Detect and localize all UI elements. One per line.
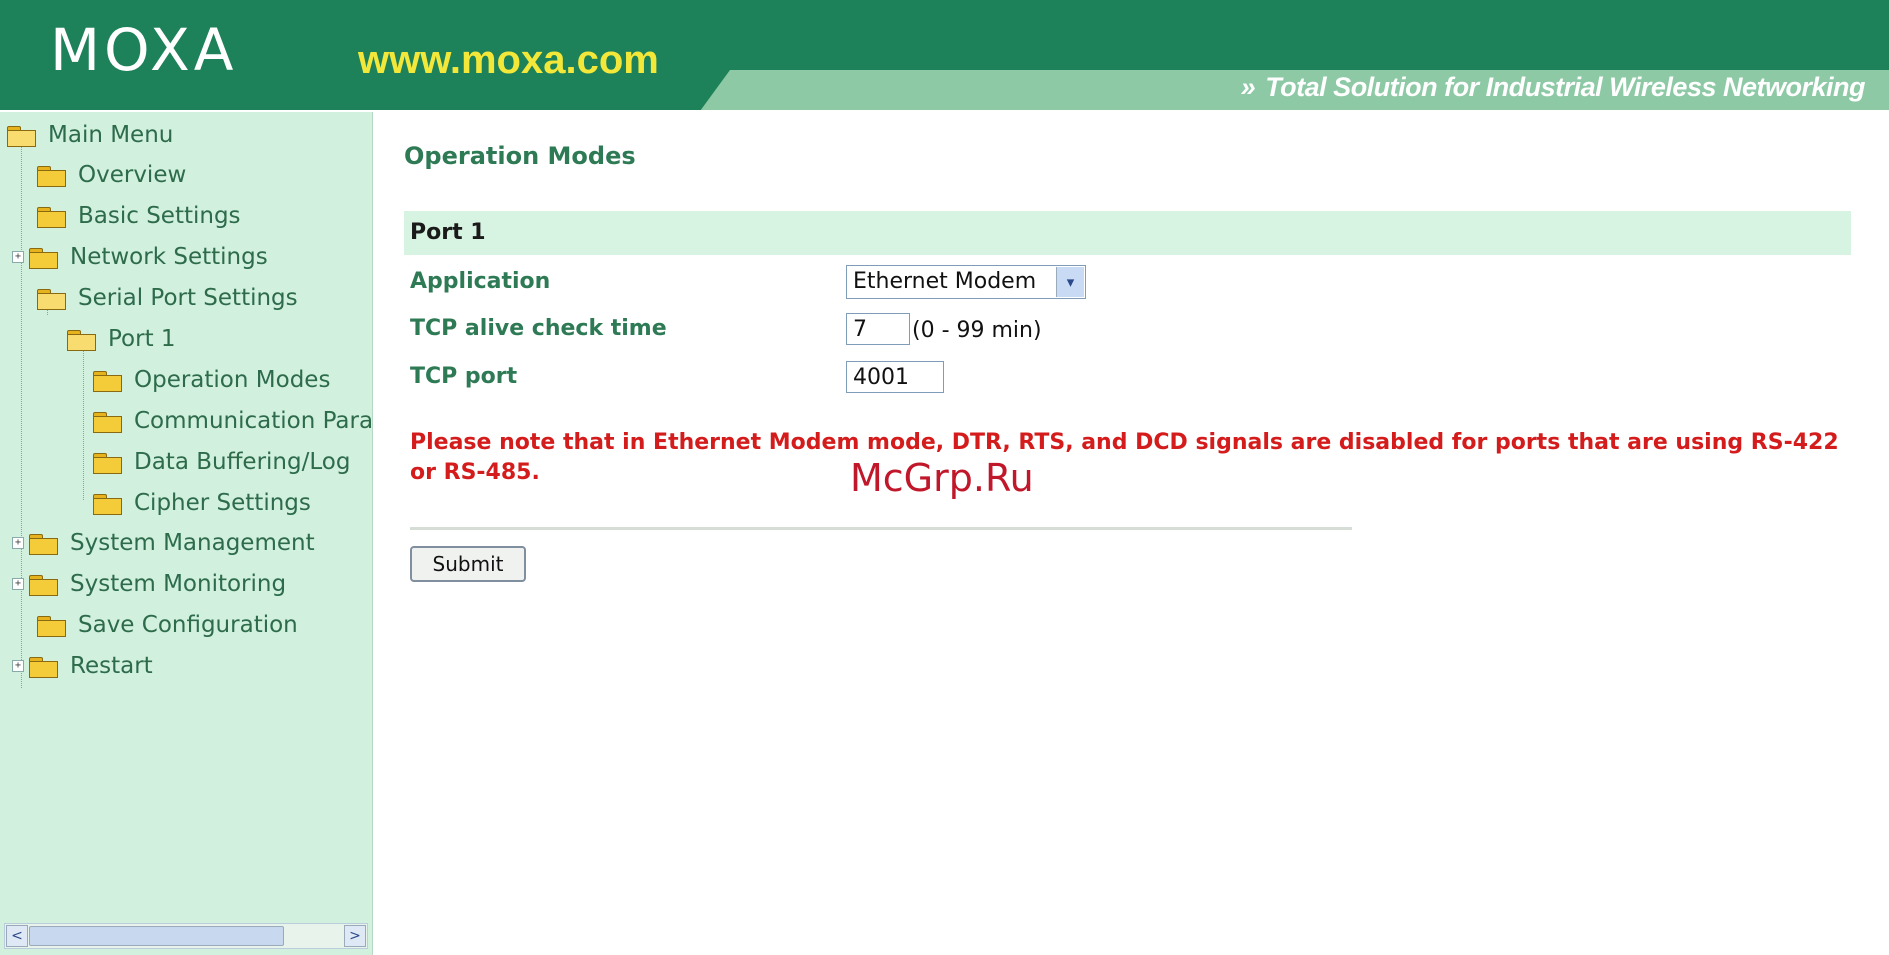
expand-plus-icon[interactable]: +: [12, 578, 24, 590]
header-tagline: » Total Solution for Industrial Wireless …: [1240, 70, 1866, 104]
folder-icon: [36, 614, 66, 637]
folder-open-icon: [66, 328, 96, 351]
sidebar-item-system-management[interactable]: + System Management: [12, 528, 315, 558]
page-title: Operation Modes: [404, 142, 636, 170]
sidebar-item-label: Port 1: [108, 326, 176, 352]
port-section-header: [404, 211, 1851, 255]
sidebar-item-port-1[interactable]: Port 1: [66, 324, 176, 354]
divider: [410, 527, 1352, 530]
tree-line: [83, 336, 84, 500]
header-top-band: [0, 0, 1889, 70]
folder-icon: [36, 205, 66, 228]
folder-icon: [92, 369, 122, 392]
sidebar-item-save-configuration[interactable]: Save Configuration: [36, 610, 298, 640]
folder-icon: [92, 451, 122, 474]
application-label: Application: [410, 269, 551, 294]
sidebar-item-label: Communication Para: [134, 408, 374, 434]
sidebar-item-label: System Monitoring: [70, 571, 287, 597]
sidebar-item-communication-parameters[interactable]: Communication Para: [92, 406, 373, 436]
double-chevron-right-icon: »: [1240, 72, 1256, 102]
sidebar-item-label: Basic Settings: [78, 203, 241, 229]
sidebar-item-label: Serial Port Settings: [78, 285, 298, 311]
sidebar-item-overview[interactable]: Overview: [36, 160, 186, 190]
sidebar-item-system-monitoring[interactable]: + System Monitoring: [12, 569, 286, 599]
application-selected-value: Ethernet Modem: [853, 269, 1037, 294]
scroll-right-icon[interactable]: >: [344, 925, 366, 947]
sidebar-nav: Main Menu Overview Basic Settings + Netw…: [0, 112, 373, 955]
folder-open-icon: [6, 124, 36, 147]
submit-button[interactable]: Submit: [410, 546, 526, 582]
folder-icon: [36, 164, 66, 187]
expand-plus-icon[interactable]: +: [12, 660, 24, 672]
sidebar-item-label: Data Buffering/Log: [134, 449, 351, 475]
chevron-down-icon[interactable]: ▾: [1056, 267, 1084, 297]
sidebar-item-cipher-settings[interactable]: Cipher Settings: [92, 488, 311, 518]
sidebar-item-label: Cipher Settings: [134, 490, 311, 516]
sidebar-item-network-settings[interactable]: + Network Settings: [12, 242, 268, 272]
moxa-logo: MOXA: [50, 16, 238, 84]
tcp-alive-check-label: TCP alive check time: [410, 316, 667, 341]
expand-plus-icon[interactable]: +: [12, 251, 24, 263]
folder-open-icon: [36, 287, 66, 310]
folder-icon: [28, 655, 58, 678]
sidebar-item-restart[interactable]: + Restart: [12, 651, 153, 681]
folder-icon: [28, 246, 58, 269]
sidebar-item-label: Main Menu: [48, 122, 174, 148]
tree-line: [21, 138, 22, 688]
sidebar-item-operation-modes[interactable]: Operation Modes: [92, 365, 330, 395]
tcp-port-input[interactable]: [846, 361, 944, 393]
sidebar-item-basic-settings[interactable]: Basic Settings: [36, 201, 241, 231]
tcp-port-label: TCP port: [410, 364, 518, 389]
sidebar-item-main-menu[interactable]: Main Menu: [6, 120, 173, 150]
tagline-text: Total Solution for Industrial Wireless N…: [1265, 72, 1865, 102]
scroll-left-icon[interactable]: <: [6, 925, 28, 947]
application-select[interactable]: Ethernet Modem ▾: [846, 265, 1086, 299]
expand-plus-icon[interactable]: +: [12, 537, 24, 549]
site-url: www.moxa.com: [358, 38, 659, 82]
tcp-alive-check-input[interactable]: [846, 313, 910, 345]
sidebar-horizontal-scrollbar[interactable]: < >: [4, 923, 368, 949]
folder-icon: [28, 573, 58, 596]
sidebar-item-data-buffering[interactable]: Data Buffering/Log: [92, 447, 350, 477]
rs422-rs485-warning: Please note that in Ethernet Modem mode,…: [410, 430, 1839, 485]
sidebar-item-label: Overview: [78, 162, 187, 188]
sidebar-item-label: Network Settings: [70, 244, 268, 270]
sidebar-item-label: System Management: [70, 530, 315, 556]
page-header: MOXA www.moxa.com » Total Solution for In…: [0, 0, 1889, 110]
folder-icon: [28, 532, 58, 555]
folder-icon: [92, 492, 122, 515]
folder-icon: [92, 410, 122, 433]
sidebar-item-serial-port-settings[interactable]: Serial Port Settings: [36, 283, 298, 313]
scrollbar-thumb[interactable]: [29, 926, 284, 946]
tcp-alive-check-hint: (0 - 99 min): [912, 318, 1042, 343]
sidebar-item-label: Operation Modes: [134, 367, 331, 393]
watermark: McGrp.Ru: [850, 456, 1034, 500]
sidebar-item-label: Restart: [70, 653, 153, 679]
port-title: Port 1: [410, 220, 486, 245]
sidebar-item-label: Save Configuration: [78, 612, 298, 638]
